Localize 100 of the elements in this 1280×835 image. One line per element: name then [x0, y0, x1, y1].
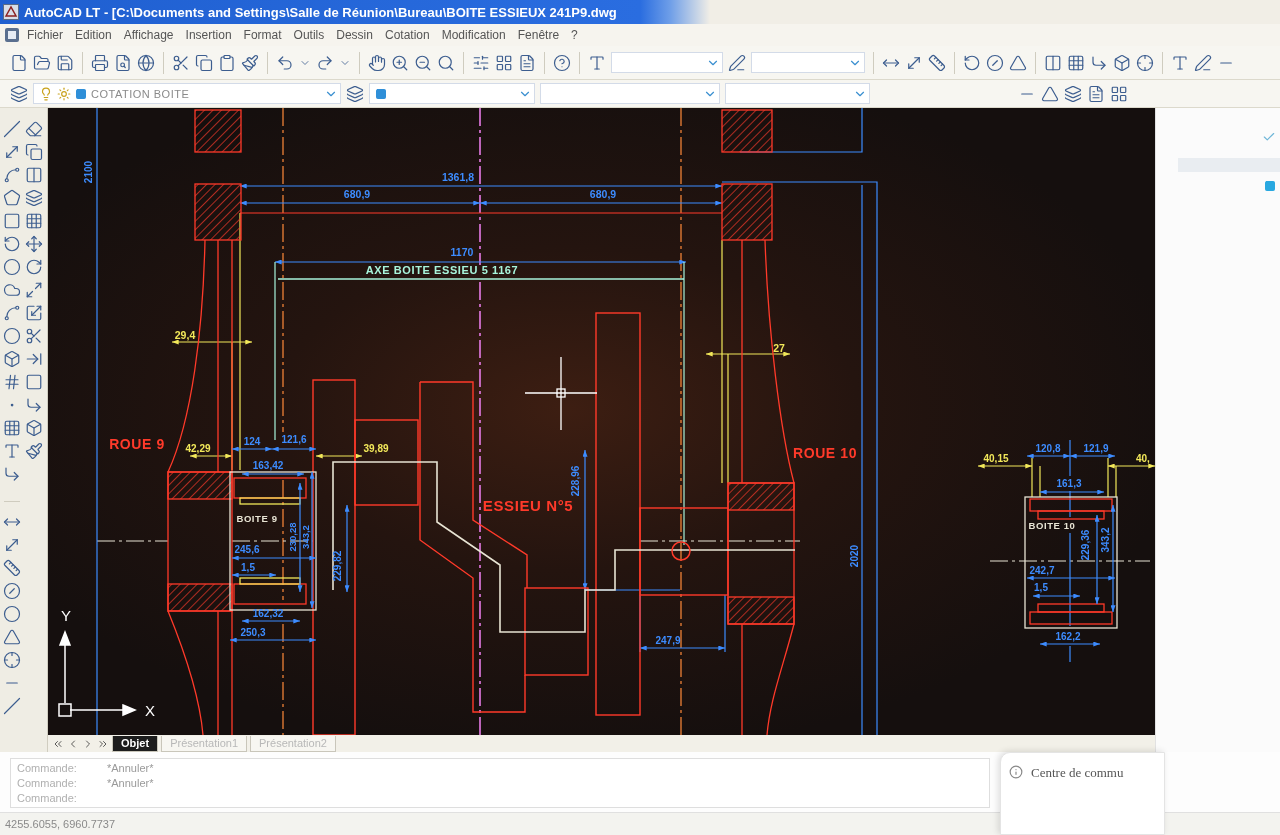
layers-icon[interactable]: [1063, 84, 1082, 103]
text-icon[interactable]: [1171, 53, 1189, 72]
menu-item[interactable]: ?: [566, 26, 583, 44]
triangle-icon[interactable]: [1009, 53, 1027, 72]
grid-icon[interactable]: [1067, 53, 1085, 72]
circle-icon[interactable]: [3, 258, 21, 276]
layer-dropdown[interactable]: COTATION BOITE: [33, 83, 341, 104]
layers-icon[interactable]: [25, 189, 43, 207]
columns-icon[interactable]: [1044, 53, 1062, 72]
arrow-to-line-icon[interactable]: [25, 350, 43, 368]
grid-icon[interactable]: [495, 53, 513, 72]
expand-arrows-icon[interactable]: [25, 281, 43, 299]
line-icon[interactable]: [3, 120, 21, 138]
layout-tab[interactable]: Objet: [112, 735, 159, 752]
cloud-icon[interactable]: [3, 281, 21, 299]
corner-arrow-icon[interactable]: [3, 465, 21, 483]
command-message: *Annuler*: [107, 776, 154, 790]
dimension-text: 228,96: [570, 465, 581, 497]
spline-icon[interactable]: [3, 166, 21, 184]
zoom-out-icon[interactable]: [414, 53, 432, 72]
menu-item[interactable]: Outils: [288, 26, 330, 44]
ruler-icon[interactable]: [928, 53, 946, 72]
dimension-line: [977, 463, 1033, 469]
pen-icon[interactable]: [728, 53, 746, 72]
square-icon[interactable]: [25, 373, 43, 391]
zoom-in-icon[interactable]: [391, 53, 409, 72]
redo-icon[interactable]: [316, 53, 334, 72]
dimension-line: [1039, 641, 1101, 647]
scissors-icon[interactable]: [172, 53, 190, 72]
menu-item[interactable]: Cotation: [379, 26, 435, 44]
save-icon[interactable]: [56, 53, 74, 72]
cube-icon[interactable]: [3, 350, 21, 368]
rectangle-icon[interactable]: [3, 212, 21, 230]
globe-icon[interactable]: [137, 53, 155, 72]
file-search-icon[interactable]: [114, 53, 132, 72]
menu-item[interactable]: Format: [238, 26, 287, 44]
properties-icon[interactable]: [472, 53, 490, 72]
circle-slash-icon[interactable]: [986, 53, 1004, 72]
diagonal-arrow-icon[interactable]: [3, 143, 21, 161]
undo-icon[interactable]: [276, 53, 294, 72]
menu-item[interactable]: Insertion: [180, 26, 237, 44]
menu-item[interactable]: Dessin: [331, 26, 378, 44]
arc-arrow-icon[interactable]: [3, 235, 21, 253]
cube-icon[interactable]: [1113, 53, 1131, 72]
layers-icon[interactable]: [10, 84, 28, 103]
menu-item[interactable]: Edition: [70, 26, 117, 44]
circle-icon[interactable]: [3, 327, 21, 345]
layers-icon[interactable]: [346, 84, 364, 103]
triangle-icon[interactable]: [3, 628, 21, 646]
color-dropdown[interactable]: [369, 83, 535, 104]
scissors-icon[interactable]: [25, 327, 43, 345]
grid-icon[interactable]: [25, 212, 43, 230]
text-icon[interactable]: [3, 442, 21, 460]
hash-icon[interactable]: [3, 373, 21, 391]
text-style-icon[interactable]: [588, 53, 606, 72]
columns-icon[interactable]: [25, 166, 43, 184]
notification-popup[interactable]: Centre de commu: [1000, 752, 1165, 835]
search-icon[interactable]: [437, 53, 455, 72]
menu-item[interactable]: Fichier: [22, 26, 68, 44]
window-icon[interactable]: [4, 27, 20, 43]
scale-icon[interactable]: [25, 304, 43, 322]
copy-icon[interactable]: [25, 143, 43, 161]
cube-icon[interactable]: [25, 419, 43, 437]
check-icon[interactable]: [1262, 130, 1276, 144]
copy-icon[interactable]: [195, 53, 213, 72]
clipboard-icon[interactable]: [218, 53, 236, 72]
brush-icon[interactable]: [25, 442, 43, 460]
grid-icon[interactable]: [1109, 84, 1128, 103]
document-icon[interactable]: [518, 53, 536, 72]
arc-arrow-icon[interactable]: [963, 53, 981, 72]
triangle-icon[interactable]: [1040, 84, 1059, 103]
crosshair-icon[interactable]: [3, 651, 21, 669]
circle-icon[interactable]: [3, 605, 21, 623]
rotate-icon[interactable]: [25, 258, 43, 276]
document-icon[interactable]: [1086, 84, 1105, 103]
help-icon[interactable]: [553, 53, 571, 72]
pentagon-icon[interactable]: [3, 189, 21, 207]
dimension-text: 2020: [849, 544, 860, 568]
line-icon[interactable]: [3, 697, 21, 715]
dimension-text: 1,5: [1034, 582, 1048, 593]
move-icon[interactable]: [25, 235, 43, 253]
hand-icon[interactable]: [368, 53, 386, 72]
drawing-canvas[interactable]: [48, 108, 1155, 735]
menu-item[interactable]: Affichage: [118, 26, 179, 44]
crosshair-icon[interactable]: [1136, 53, 1154, 72]
ruler-icon[interactable]: [3, 559, 21, 577]
diagonal-arrow-icon[interactable]: [3, 536, 21, 554]
circle-slash-icon[interactable]: [3, 582, 21, 600]
eraser-icon[interactable]: [25, 120, 43, 138]
spline-icon[interactable]: [3, 304, 21, 322]
pen-icon[interactable]: [1194, 53, 1212, 72]
menu-item[interactable]: Modification: [436, 26, 511, 44]
corner-arrow-icon[interactable]: [25, 396, 43, 414]
grid-icon[interactable]: [3, 419, 21, 437]
new-file-icon[interactable]: [10, 53, 28, 72]
open-folder-icon[interactable]: [33, 53, 51, 72]
drawing-label: BOITE 10: [1028, 520, 1076, 531]
menu-item[interactable]: Fenêtre: [512, 26, 565, 44]
brush-icon[interactable]: [241, 53, 259, 72]
printer-icon[interactable]: [91, 53, 109, 72]
